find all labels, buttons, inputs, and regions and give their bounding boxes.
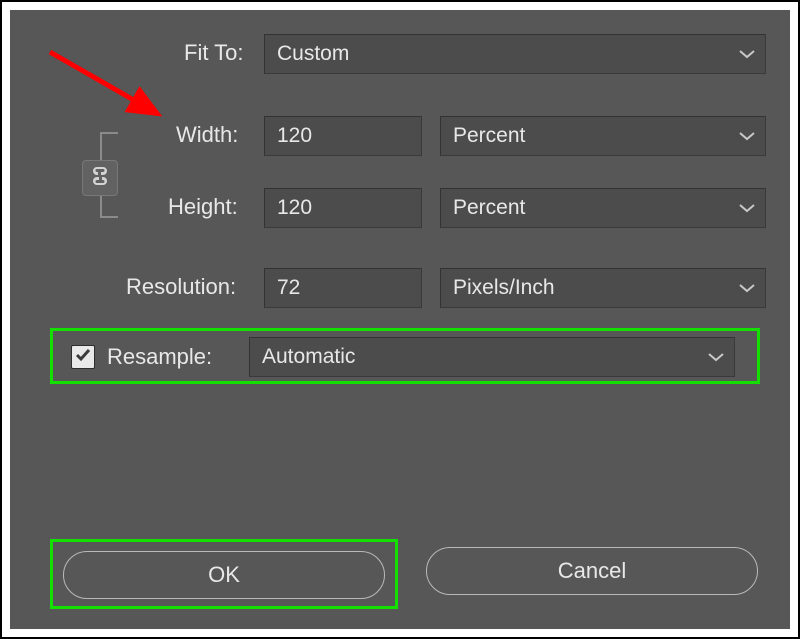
label-width: Width:: [176, 122, 238, 148]
ok-button[interactable]: OK: [63, 551, 385, 599]
width-input[interactable]: 120: [264, 116, 422, 156]
link-icon: [91, 165, 109, 192]
chevron-down-icon: [739, 49, 755, 59]
label-resample: Resample:: [107, 344, 212, 370]
width-value: 120: [277, 124, 312, 147]
resolution-input[interactable]: 72: [264, 268, 422, 308]
resolution-unit-dropdown[interactable]: Pixels/Inch: [440, 268, 766, 308]
height-unit-dropdown[interactable]: Percent: [440, 188, 766, 228]
label-fit-to: Fit To:: [184, 40, 244, 66]
width-unit-value: Percent: [453, 124, 525, 147]
label-height: Height:: [168, 194, 238, 220]
row-resample: Resample: Automatic: [50, 328, 760, 384]
chevron-down-icon: [739, 283, 755, 293]
chevron-down-icon: [739, 131, 755, 141]
height-unit-value: Percent: [453, 196, 525, 219]
resample-value: Automatic: [262, 345, 355, 368]
ok-button-label: OK: [208, 562, 240, 587]
screenshot-frame: Fit To: Custom: [0, 0, 800, 639]
width-unit-dropdown[interactable]: Percent: [440, 116, 766, 156]
dialog-buttons: OK Cancel: [10, 539, 790, 609]
link-dimensions-button[interactable]: [82, 160, 118, 196]
height-input[interactable]: 120: [264, 188, 422, 228]
checkmark-icon: [74, 346, 92, 369]
resample-checkbox[interactable]: [71, 345, 95, 369]
constrain-proportions: [92, 120, 150, 230]
resample-dropdown[interactable]: Automatic: [249, 337, 735, 377]
height-value: 120: [277, 196, 312, 219]
image-size-dialog: Fit To: Custom: [10, 10, 790, 629]
label-resolution: Resolution:: [126, 274, 236, 300]
resolution-value: 72: [277, 276, 300, 299]
chevron-down-icon: [708, 352, 724, 362]
cancel-button-label: Cancel: [558, 558, 626, 583]
ok-highlight: OK: [50, 539, 398, 609]
cancel-button[interactable]: Cancel: [426, 547, 758, 595]
fit-to-dropdown[interactable]: Custom: [264, 34, 766, 74]
resolution-unit-value: Pixels/Inch: [453, 276, 555, 299]
fit-to-value: Custom: [277, 42, 349, 65]
chevron-down-icon: [739, 203, 755, 213]
